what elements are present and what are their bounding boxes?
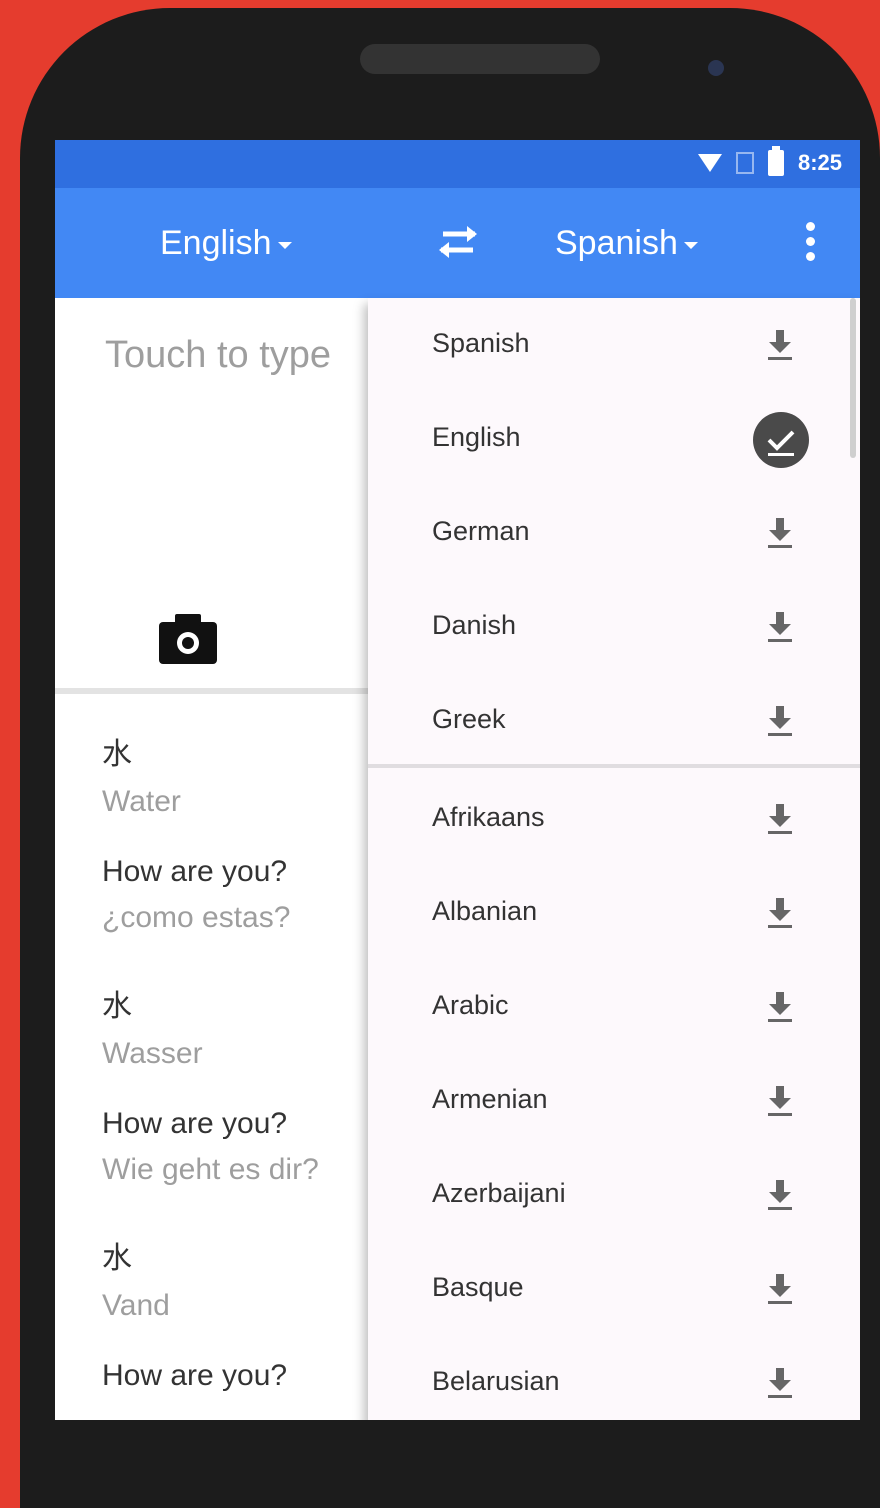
download-icon[interactable]	[766, 1366, 794, 1400]
status-bar: 8:25	[55, 140, 860, 188]
language-option-basque[interactable]: Basque	[368, 1242, 860, 1336]
language-label: German	[432, 516, 530, 546]
download-icon[interactable]	[766, 1272, 794, 1306]
language-option-azerbaijani[interactable]: Azerbaijani	[368, 1148, 860, 1242]
history-source: 水	[102, 1242, 132, 1275]
language-label: Greek	[432, 704, 506, 734]
history-source: How are you?	[102, 1107, 288, 1140]
source-language-label: English	[160, 224, 272, 262]
history-item[interactable]: 水 Water	[102, 729, 181, 819]
history-source: 水	[102, 990, 132, 1023]
language-option-belarusian[interactable]: Belarusian	[368, 1336, 860, 1420]
front-camera	[708, 60, 724, 76]
input-placeholder: Touch to type	[105, 334, 332, 376]
language-option-german[interactable]: German	[368, 486, 860, 580]
language-label: Arabic	[432, 990, 509, 1020]
language-option-spanish[interactable]: Spanish	[368, 298, 860, 392]
download-icon[interactable]	[766, 328, 794, 362]
menu-divider	[368, 764, 860, 768]
downloaded-check-icon	[753, 412, 809, 468]
language-label: Basque	[432, 1272, 524, 1302]
download-icon[interactable]	[766, 1084, 794, 1118]
target-language-button[interactable]: Spanish	[555, 224, 698, 263]
chevron-down-icon	[277, 242, 292, 249]
chevron-down-icon	[683, 242, 698, 249]
language-dropdown-menu: Spanish English German Danish Greek Afri…	[368, 298, 860, 1420]
history-translation: Wasser	[102, 1037, 203, 1070]
language-label: Armenian	[432, 1084, 548, 1114]
history-translation: Wie geht es dir?	[102, 1153, 319, 1186]
history-item[interactable]: How are you? ¿como estas?	[102, 855, 290, 935]
app-screen: 8:25 English Spanish Touch to type 水 Wat…	[55, 140, 860, 1420]
more-options-icon[interactable]	[803, 222, 817, 268]
download-icon[interactable]	[766, 610, 794, 644]
language-option-danish[interactable]: Danish	[368, 580, 860, 674]
history-source: 水	[102, 738, 132, 771]
language-option-armenian[interactable]: Armenian	[368, 1054, 860, 1148]
history-item[interactable]: How are you?	[102, 1359, 287, 1393]
download-icon[interactable]	[766, 704, 794, 738]
language-label: English	[432, 422, 521, 452]
download-icon[interactable]	[766, 990, 794, 1024]
toolbar: English Spanish	[55, 188, 860, 298]
target-language-label: Spanish	[555, 224, 678, 262]
source-language-button[interactable]: English	[160, 224, 292, 263]
download-icon[interactable]	[766, 1178, 794, 1212]
battery-icon	[767, 146, 784, 176]
language-option-albanian[interactable]: Albanian	[368, 866, 860, 960]
language-label: Spanish	[432, 328, 530, 358]
history-source: How are you?	[102, 1359, 288, 1392]
speaker-grille	[360, 44, 600, 74]
language-label: Afrikaans	[432, 802, 545, 832]
history-source: How are you?	[102, 855, 288, 888]
swap-languages-icon[interactable]	[433, 220, 483, 266]
history-translation: Vand	[102, 1289, 170, 1322]
download-icon[interactable]	[766, 896, 794, 930]
wifi-icon	[697, 154, 722, 172]
history-item[interactable]: 水 Vand	[102, 1233, 170, 1323]
history-item[interactable]: How are you? Wie geht es dir?	[102, 1107, 319, 1187]
language-label: Danish	[432, 610, 517, 640]
status-time: 8:25	[797, 150, 842, 175]
history-translation: Water	[102, 785, 181, 818]
language-option-english[interactable]: English	[368, 392, 860, 486]
history-translation: ¿como estas?	[102, 901, 291, 934]
signal-icon	[735, 152, 754, 174]
language-option-afrikaans[interactable]: Afrikaans	[368, 772, 860, 866]
language-option-arabic[interactable]: Arabic	[368, 960, 860, 1054]
download-icon[interactable]	[766, 802, 794, 836]
language-label: Albanian	[432, 896, 538, 926]
history-item[interactable]: 水 Wasser	[102, 981, 203, 1071]
language-label: Azerbaijani	[432, 1178, 566, 1208]
download-icon[interactable]	[766, 516, 794, 550]
language-option-greek[interactable]: Greek	[368, 674, 860, 768]
translation-history: 水 Water How are you? ¿como estas? 水 Wass…	[67, 695, 367, 1420]
language-label: Belarusian	[432, 1366, 560, 1396]
camera-icon[interactable]	[157, 610, 219, 666]
